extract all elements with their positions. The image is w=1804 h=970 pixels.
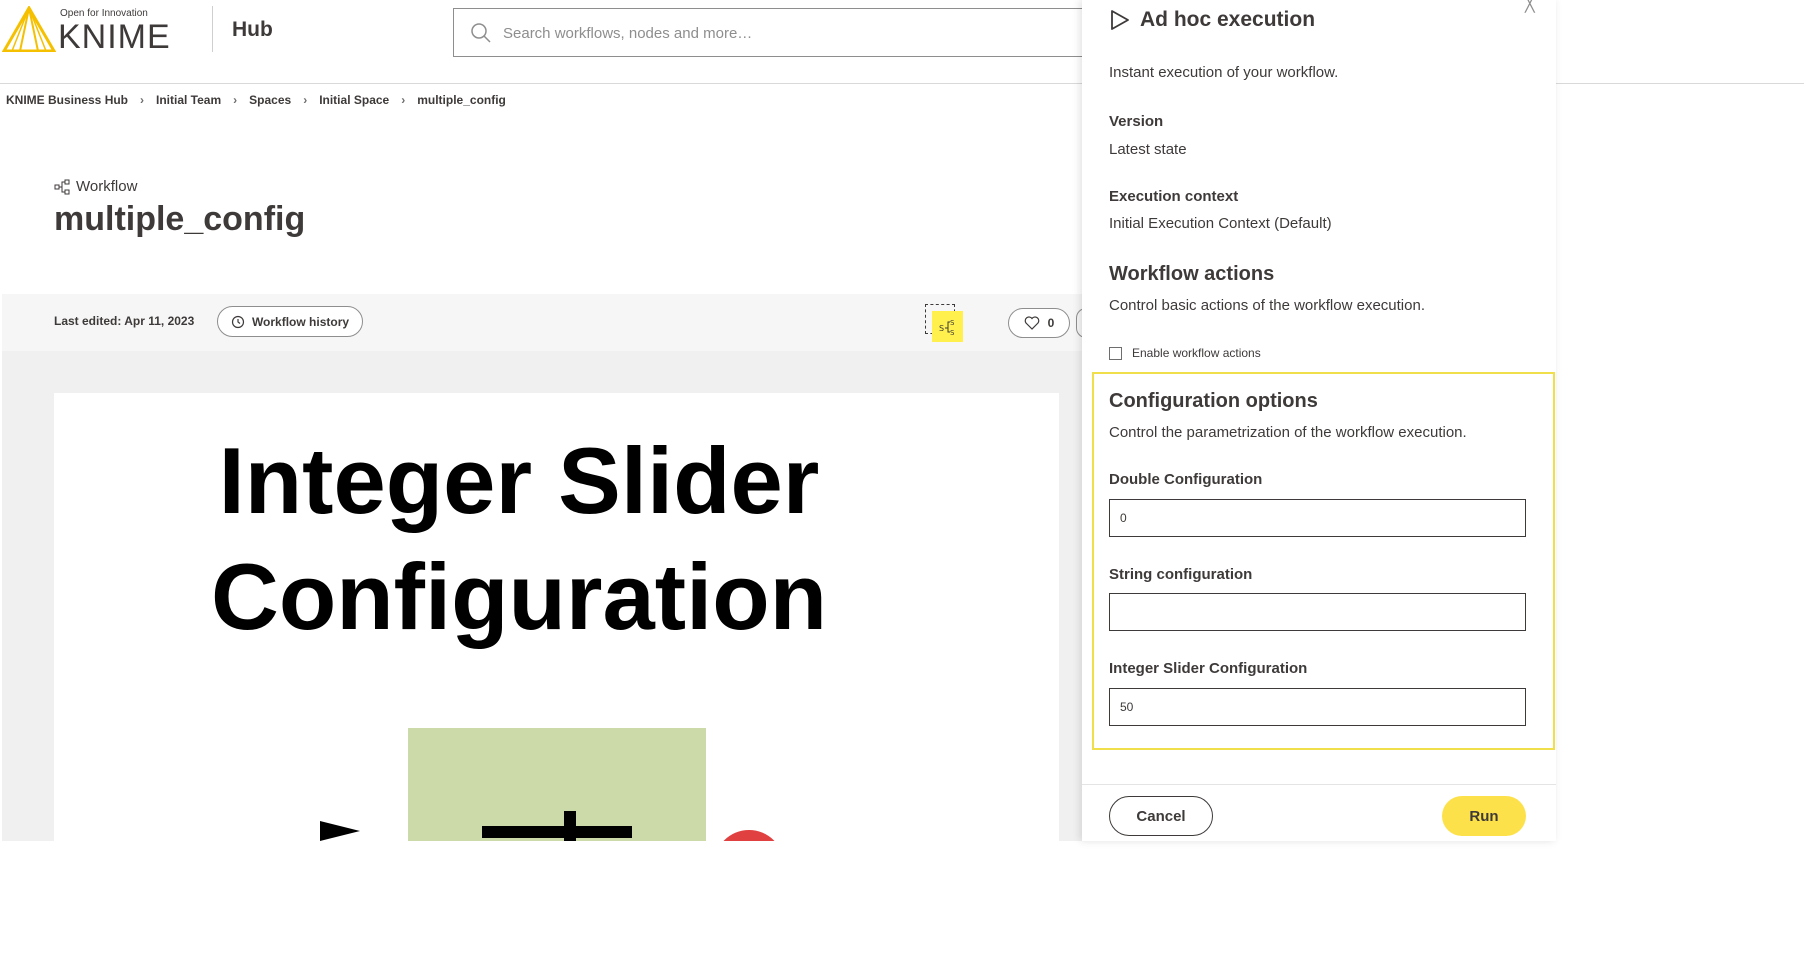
heart-icon <box>1024 316 1039 330</box>
panel-title: Ad hoc execution <box>1110 8 1315 32</box>
workflow-icon <box>54 179 70 194</box>
double-configuration-value: 0 <box>1120 511 1127 525</box>
play-icon <box>1111 10 1129 30</box>
chevron-right-icon: › <box>140 93 145 107</box>
enable-workflow-actions-label[interactable]: Enable workflow actions <box>1132 346 1261 360</box>
arrow-icon <box>320 821 360 841</box>
header-divider <box>212 6 213 52</box>
meta-bar: Last edited: Apr 11, 2023 Workflow histo… <box>2 294 1082 351</box>
workflow-history-button[interactable]: Workflow history <box>217 306 363 337</box>
last-edited: Last edited: Apr 11, 2023 <box>54 314 195 328</box>
node-plus-mark <box>482 826 632 838</box>
close-icon[interactable]: ╳ <box>1525 0 1535 14</box>
knime-triangle-icon <box>2 6 56 52</box>
breadcrumb: KNIME Business Hub › Initial Team › Spac… <box>6 92 506 108</box>
breadcrumb-item[interactable]: Initial Team <box>156 93 221 107</box>
panel-subtitle: Instant execution of your workflow. <box>1109 64 1339 81</box>
item-type: Workflow <box>54 178 137 195</box>
chevron-right-icon: › <box>233 93 238 107</box>
breadcrumb-current: multiple_config <box>417 93 506 107</box>
version-label: Version <box>1109 113 1164 130</box>
version-value: Latest state <box>1109 141 1187 158</box>
logo-wordmark: KNIME <box>58 18 171 56</box>
preview-line-1: Integer Slider <box>218 428 820 533</box>
svg-text:S: S <box>950 319 955 327</box>
execution-context-label: Execution context <box>1109 188 1239 205</box>
panel-title-text: Ad hoc execution <box>1140 8 1316 31</box>
deploy-workflow-button[interactable]: S S S <box>932 311 963 342</box>
double-configuration-label: Double Configuration <box>1109 471 1263 488</box>
preview-heading: Integer Slider Configuration <box>54 423 984 655</box>
integer-slider-configuration-value: 50 <box>1120 700 1134 714</box>
enable-workflow-actions-checkbox[interactable] <box>1109 347 1122 360</box>
page-bottom <box>0 841 1804 970</box>
cancel-button[interactable]: Cancel <box>1109 796 1213 836</box>
integer-slider-configuration-input[interactable]: 50 <box>1109 688 1526 726</box>
breadcrumb-item[interactable]: KNIME Business Hub <box>6 93 128 107</box>
workflow-history-label: Workflow history <box>251 314 350 329</box>
configuration-options-title: Configuration options <box>1109 390 1318 412</box>
workflow-preview-image: Integer Slider Configuration <box>54 393 1059 843</box>
run-button[interactable]: Run <box>1442 796 1526 836</box>
execution-context-value: Initial Execution Context (Default) <box>1109 215 1332 232</box>
svg-text:S: S <box>950 329 955 337</box>
integer-slider-configuration-label: Integer Slider Configuration <box>1109 660 1308 677</box>
preview-line-2: Configuration <box>210 544 828 649</box>
svg-text:S: S <box>939 324 944 333</box>
string-configuration-label: String configuration <box>1109 566 1253 583</box>
panel-footer-divider <box>1082 784 1556 785</box>
workflow-actions-title: Workflow actions <box>1109 263 1275 285</box>
knime-logo[interactable]: Open for Innovation KNIME <box>2 4 192 56</box>
page-title: multiple_config <box>54 200 306 238</box>
item-type-label: Workflow <box>76 178 138 195</box>
workflow-deploy-icon: S S S <box>939 319 955 337</box>
history-icon <box>231 315 245 328</box>
string-configuration-input[interactable] <box>1109 593 1526 631</box>
search-icon <box>471 23 491 43</box>
like-button[interactable]: 0 <box>1008 308 1070 338</box>
chevron-right-icon: › <box>401 93 406 107</box>
search-placeholder: Search workflows, nodes and more… <box>503 25 753 42</box>
double-configuration-input[interactable]: 0 <box>1109 499 1526 537</box>
search-input[interactable]: Search workflows, nodes and more… <box>453 8 1153 57</box>
hub-label[interactable]: Hub <box>232 18 273 42</box>
workflow-actions-desc: Control basic actions of the workflow ex… <box>1109 297 1425 314</box>
breadcrumb-item[interactable]: Initial Space <box>319 93 389 107</box>
like-count: 0 <box>1047 316 1055 330</box>
breadcrumb-item[interactable]: Spaces <box>249 93 291 107</box>
chevron-right-icon: › <box>303 93 308 107</box>
configuration-options-desc: Control the parametrization of the workf… <box>1109 424 1467 441</box>
